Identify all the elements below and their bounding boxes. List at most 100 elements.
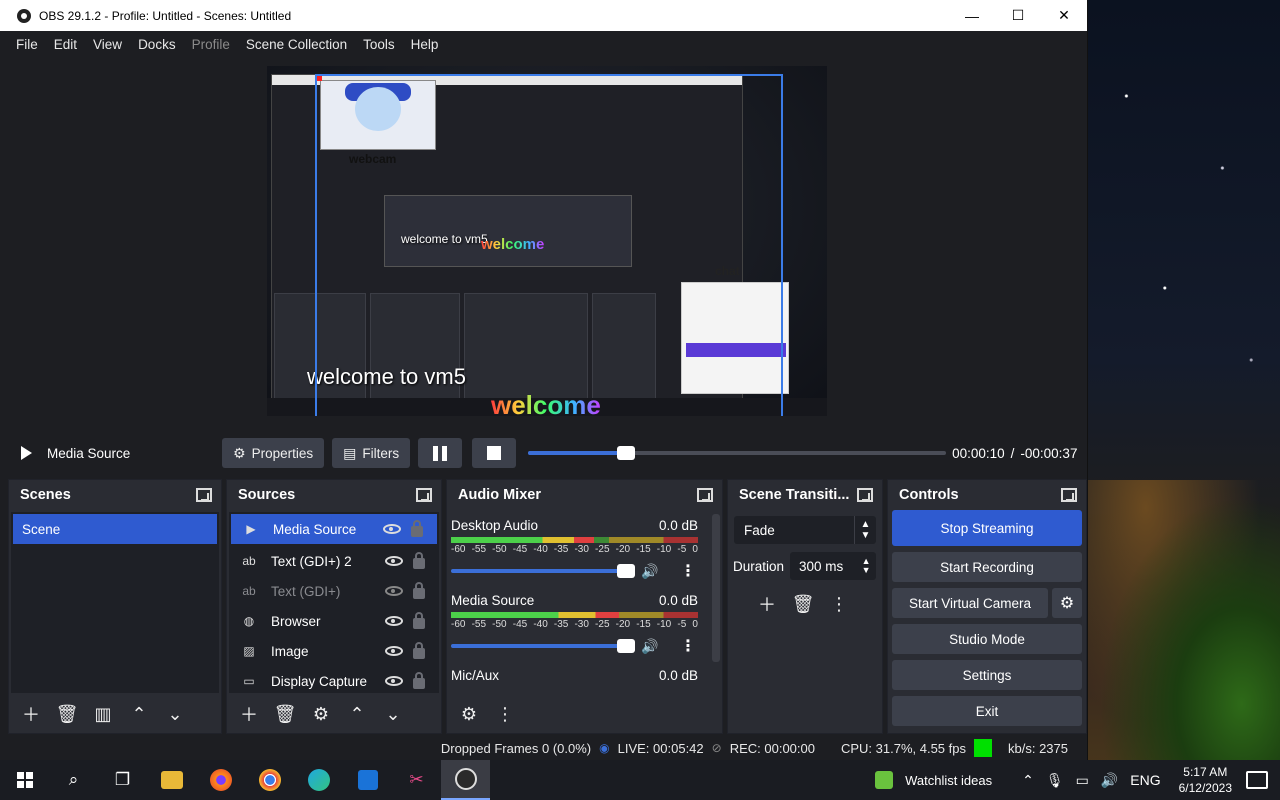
properties-button[interactable]: ⚙ Properties [222, 438, 325, 468]
seek-handle[interactable] [617, 446, 636, 460]
clock[interactable]: 5:17 AM 6/12/2023 [1179, 764, 1232, 796]
firefox-button[interactable] [196, 760, 245, 800]
remove-transition-button[interactable]: 🗑 [787, 590, 819, 618]
menu-tools[interactable]: Tools [355, 37, 403, 52]
bitrate: kb/s: 2375 [1008, 740, 1068, 756]
lock-icon[interactable] [413, 641, 425, 659]
transition-menu-button[interactable]: ⋮ [823, 590, 855, 618]
watchlist-widget[interactable]: Watchlist ideas [875, 771, 992, 789]
speaker-icon[interactable]: 🔊 [641, 563, 665, 580]
move-source-up-button[interactable]: ⌃ [341, 700, 373, 728]
start-virtual-camera-button[interactable]: Start Virtual Camera [892, 588, 1048, 618]
more-options-icon[interactable]: ⋮ [679, 561, 697, 581]
menu-file[interactable]: File [8, 37, 46, 52]
menu-docks[interactable]: Docks [130, 37, 184, 52]
chevron-up-icon[interactable]: ⌃ [1022, 772, 1034, 789]
menu-view[interactable]: View [85, 37, 130, 52]
edge-button[interactable] [294, 760, 343, 800]
undock-icon[interactable] [857, 488, 873, 502]
move-scene-down-button[interactable]: ⌄ [159, 700, 191, 728]
virtual-camera-settings-button[interactable]: ⚙ [1052, 588, 1082, 618]
eye-icon[interactable] [385, 646, 403, 656]
search-button[interactable]: ⌕ [49, 760, 98, 800]
settings-button[interactable]: Settings [892, 660, 1082, 690]
menu-help[interactable]: Help [403, 37, 447, 52]
volume-handle[interactable] [617, 639, 635, 653]
scene-item[interactable]: Scene [13, 514, 217, 544]
undock-icon[interactable] [1061, 488, 1077, 502]
source-item-image[interactable]: ▨ Image [229, 636, 439, 666]
eye-icon[interactable] [385, 616, 403, 626]
source-item-text-gdi[interactable]: ab Text (GDI+) [229, 576, 439, 606]
selected-source-outline[interactable] [315, 74, 783, 416]
pause-button[interactable] [418, 438, 463, 468]
move-source-down-button[interactable]: ⌄ [377, 700, 409, 728]
start-button[interactable] [0, 760, 49, 800]
volume-slider[interactable] [451, 564, 635, 578]
studio-mode-button[interactable]: Studio Mode [892, 624, 1082, 654]
task-view-button[interactable]: ❐ [98, 760, 147, 800]
eye-icon[interactable] [383, 524, 401, 534]
file-explorer-button[interactable] [147, 760, 196, 800]
more-options-icon[interactable]: ⋮ [679, 636, 697, 656]
add-source-button[interactable]: ＋ [233, 700, 265, 728]
eye-icon[interactable] [385, 676, 403, 686]
stop-streaming-button[interactable]: Stop Streaming [892, 510, 1082, 546]
source-properties-button[interactable]: ⚙ [305, 700, 337, 728]
eye-hidden-icon[interactable] [385, 586, 403, 596]
seek-slider[interactable] [528, 446, 947, 460]
source-item-text-gdi-2[interactable]: ab Text (GDI+) 2 [229, 546, 439, 576]
minimize-button[interactable]: — [949, 0, 995, 31]
volume-slider[interactable] [451, 639, 635, 653]
source-item-display-capture[interactable]: ▭ Display Capture [229, 666, 439, 696]
lock-icon[interactable] [411, 519, 423, 537]
stop-button[interactable] [472, 438, 517, 468]
lock-icon[interactable] [413, 611, 425, 629]
lock-icon[interactable] [413, 581, 425, 599]
remove-scene-button[interactable]: 🗑 [51, 700, 83, 728]
menu-profile[interactable]: Profile [184, 37, 238, 52]
maximize-button[interactable]: ☐ [995, 0, 1041, 31]
close-button[interactable]: ✕ [1041, 0, 1087, 31]
undock-icon[interactable] [697, 488, 713, 502]
snipping-tool-button[interactable]: ✂ [392, 760, 441, 800]
gear-icon: ⚙ [1059, 595, 1075, 612]
menu-edit[interactable]: Edit [46, 37, 85, 52]
speaker-icon[interactable]: 🔊 [641, 638, 665, 655]
volume-icon[interactable]: 🔊 [1101, 772, 1118, 789]
transition-select[interactable]: Fade ▲ ▼ [734, 516, 876, 544]
network-icon[interactable]: ▭ [1076, 772, 1089, 789]
resize-handle[interactable] [317, 76, 322, 81]
exit-button[interactable]: Exit [892, 696, 1082, 726]
store-button[interactable] [343, 760, 392, 800]
lock-icon[interactable] [413, 551, 425, 569]
microphone-icon[interactable]: 🎙 [1046, 772, 1064, 789]
language-indicator[interactable]: ENG [1130, 772, 1160, 788]
lock-icon[interactable] [413, 671, 425, 689]
undock-icon[interactable] [416, 488, 432, 502]
spin-arrows-icon[interactable]: ▲ ▼ [856, 557, 876, 575]
move-scene-up-button[interactable]: ⌃ [123, 700, 155, 728]
audio-mixer-title: Audio Mixer [458, 487, 541, 503]
source-item-media-source[interactable]: ▶ Media Source [231, 514, 437, 544]
add-transition-button[interactable]: ＋ [751, 590, 783, 618]
duration-spinbox[interactable]: 300 ms ▲ ▼ [790, 552, 877, 580]
preview-area[interactable]: webcam welcome to vm5 welcome chat welco… [9, 58, 1081, 430]
menu-scene-collection[interactable]: Scene Collection [238, 37, 355, 52]
scene-filters-button[interactable]: ▥ [87, 700, 119, 728]
start-recording-button[interactable]: Start Recording [892, 552, 1082, 582]
filters-button[interactable]: ▤ Filters [332, 438, 411, 468]
remove-source-button[interactable]: 🗑 [269, 700, 301, 728]
chrome-button[interactable] [245, 760, 294, 800]
notifications-icon[interactable] [1246, 771, 1268, 789]
mixer-scrollbar[interactable] [712, 514, 720, 662]
undock-icon[interactable] [196, 488, 212, 502]
add-scene-button[interactable]: ＋ [15, 700, 47, 728]
mixer-menu-button[interactable]: ⋮ [489, 700, 521, 728]
volume-handle[interactable] [617, 564, 635, 578]
source-item-browser[interactable]: ◍ Browser [229, 606, 439, 636]
eye-icon[interactable] [385, 556, 403, 566]
preview-canvas[interactable]: webcam welcome to vm5 welcome chat welco… [267, 66, 827, 416]
obs-taskbar-button[interactable] [441, 760, 490, 800]
advanced-audio-properties-button[interactable]: ⚙ [453, 700, 485, 728]
